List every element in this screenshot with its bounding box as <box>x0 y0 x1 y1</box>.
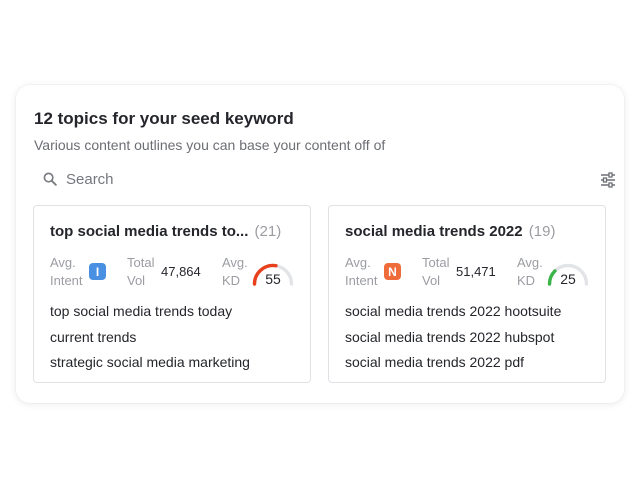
topic-card[interactable]: social media trends 2022 (19) Avg. Inten… <box>328 205 606 383</box>
avg-intent-label-line2: Intent <box>50 273 83 288</box>
intent-badge: N <box>384 263 401 280</box>
avg-intent-label-line1: Avg. <box>50 255 76 270</box>
topic-card[interactable]: top social media trends to... (21) Avg. … <box>33 205 311 383</box>
filter-sliders-icon[interactable] <box>599 171 617 189</box>
keyword-item[interactable]: social media trends 2022 pdf <box>345 354 524 370</box>
panel-subtitle: Various content outlines you can base yo… <box>34 137 386 153</box>
panel-title: 12 topics for your seed keyword <box>34 109 294 128</box>
topic-title-text: social media trends 2022 <box>345 223 523 240</box>
intent-badge: I <box>89 263 106 280</box>
topic-title[interactable]: social media trends 2022 (19) <box>345 223 555 240</box>
keyword-item[interactable]: social media trends 2022 hootsuite <box>345 303 561 319</box>
search-bar <box>34 165 615 193</box>
search-input[interactable] <box>66 167 486 191</box>
kd-value: 25 <box>560 271 576 287</box>
avg-intent-label-line2: Intent <box>345 273 378 288</box>
topic-keyword-count: (21) <box>254 223 282 240</box>
seed-keyword-topics-panel: 12 topics for your seed keyword Various … <box>16 85 624 403</box>
topic-title[interactable]: top social media trends to... (21) <box>50 223 281 240</box>
keyword-item[interactable]: strategic social media marketing <box>50 354 250 370</box>
kd-value: 55 <box>265 271 281 287</box>
keyword-item[interactable]: social media trends 2022 hubspot <box>345 329 554 345</box>
search-icon <box>43 172 57 186</box>
avg-intent-label: Avg. Intent <box>50 254 90 290</box>
avg-intent-label-line1: Avg. <box>345 255 371 270</box>
total-vol-value: 51,471 <box>456 264 496 279</box>
keyword-item[interactable]: current trends <box>50 329 136 345</box>
keyword-item[interactable]: top social media trends today <box>50 303 232 319</box>
total-vol-value: 47,864 <box>161 264 201 279</box>
avg-intent-label: Avg. Intent <box>345 254 385 290</box>
topic-keyword-count: (19) <box>528 223 556 240</box>
topic-title-text: top social media trends to... <box>50 223 249 240</box>
